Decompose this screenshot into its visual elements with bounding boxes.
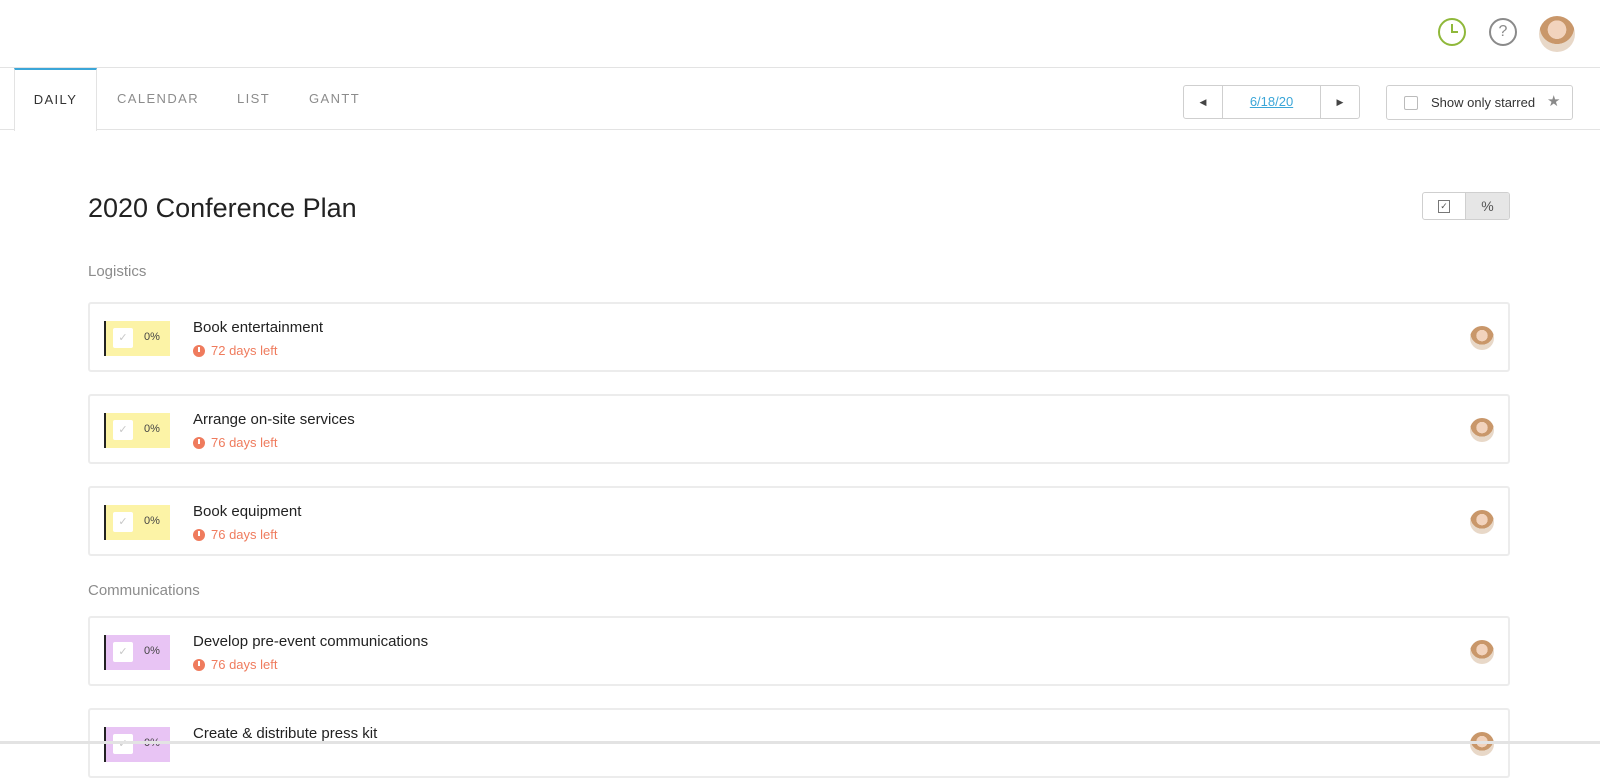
view-tab-bar: DAILY CALENDAR LIST GANTT ◀ 6/18/20 ▶ Sh…: [0, 68, 1600, 131]
task-row[interactable]: ✓ 0% Book entertainment 72 days left: [88, 302, 1510, 372]
days-left: 72 days left: [211, 343, 278, 358]
percent-icon: %: [1481, 198, 1494, 214]
next-date-button[interactable]: ▶: [1320, 86, 1359, 118]
task-due: 76 days left: [193, 657, 278, 672]
task-row[interactable]: ✓ 0% Arrange on-site services 76 days le…: [88, 394, 1510, 464]
check-icon[interactable]: ✓: [113, 420, 133, 440]
progress-view-toggle: ✓ %: [1422, 192, 1510, 220]
clock-icon[interactable]: [1438, 18, 1466, 46]
tab-calendar[interactable]: CALENDAR: [117, 68, 199, 130]
starred-checkbox[interactable]: [1404, 96, 1418, 110]
current-date-link[interactable]: 6/18/20: [1223, 86, 1320, 118]
progress-percent: 0%: [144, 515, 160, 527]
starred-label: Show only starred: [1431, 95, 1536, 110]
days-left: 76 days left: [211, 657, 278, 672]
task-due: 76 days left: [193, 527, 278, 542]
task-progress[interactable]: ✓ 0%: [104, 635, 170, 670]
task-name[interactable]: Arrange on-site services: [193, 411, 355, 428]
days-left: 76 days left: [211, 435, 278, 450]
task-due: 76 days left: [193, 435, 278, 450]
date-navigator: ◀ 6/18/20 ▶: [1183, 85, 1360, 119]
task-due: 72 days left: [193, 343, 278, 358]
task-row[interactable]: ✓ 0% Book equipment 76 days left: [88, 486, 1510, 556]
check-icon[interactable]: ✓: [113, 734, 133, 754]
task-progress[interactable]: ✓ 0%: [104, 727, 170, 762]
task-row[interactable]: ✓ 0% Develop pre-event communications 76…: [88, 616, 1510, 686]
days-left: 76 days left: [211, 527, 278, 542]
previous-date-button[interactable]: ◀: [1184, 86, 1223, 118]
section-label-communications: Communications: [88, 582, 200, 599]
tab-gantt[interactable]: GANTT: [309, 68, 360, 130]
show-only-starred-filter[interactable]: Show only starred ★: [1386, 85, 1573, 120]
star-icon: ★: [1547, 93, 1561, 110]
task-name[interactable]: Book equipment: [193, 503, 301, 520]
help-icon[interactable]: ?: [1489, 18, 1517, 46]
assignee-avatar[interactable]: [1470, 418, 1494, 442]
clock-icon: [193, 659, 205, 671]
task-name[interactable]: Book entertainment: [193, 319, 323, 336]
clock-icon: [193, 529, 205, 541]
progress-percent: 0%: [144, 645, 160, 657]
task-name[interactable]: Develop pre-event communications: [193, 633, 428, 650]
user-avatar[interactable]: [1539, 16, 1575, 52]
checkbox-icon: ✓: [1438, 199, 1450, 213]
tab-daily[interactable]: DAILY: [14, 68, 97, 131]
progress-percent: 0%: [144, 423, 160, 435]
page-title: 2020 Conference Plan: [88, 193, 357, 223]
top-bar: ?: [0, 0, 1600, 68]
check-icon[interactable]: ✓: [113, 512, 133, 532]
check-icon[interactable]: ✓: [113, 642, 133, 662]
task-progress[interactable]: ✓ 0%: [104, 321, 170, 356]
section-label-logistics: Logistics: [88, 263, 147, 280]
task-name[interactable]: Create & distribute press kit: [193, 725, 377, 742]
tab-list[interactable]: LIST: [237, 68, 270, 130]
progress-percent: 0%: [144, 331, 160, 343]
clock-icon: [193, 345, 205, 357]
assignee-avatar[interactable]: [1470, 326, 1494, 350]
percent-view-button[interactable]: %: [1466, 193, 1509, 219]
assignee-avatar[interactable]: [1470, 640, 1494, 664]
assignee-avatar[interactable]: [1470, 510, 1494, 534]
task-progress[interactable]: ✓ 0%: [104, 505, 170, 540]
assignee-avatar[interactable]: [1470, 732, 1494, 756]
clock-icon: [193, 437, 205, 449]
task-progress[interactable]: ✓ 0%: [104, 413, 170, 448]
checkbox-view-button[interactable]: ✓: [1423, 193, 1467, 219]
check-icon[interactable]: ✓: [113, 328, 133, 348]
